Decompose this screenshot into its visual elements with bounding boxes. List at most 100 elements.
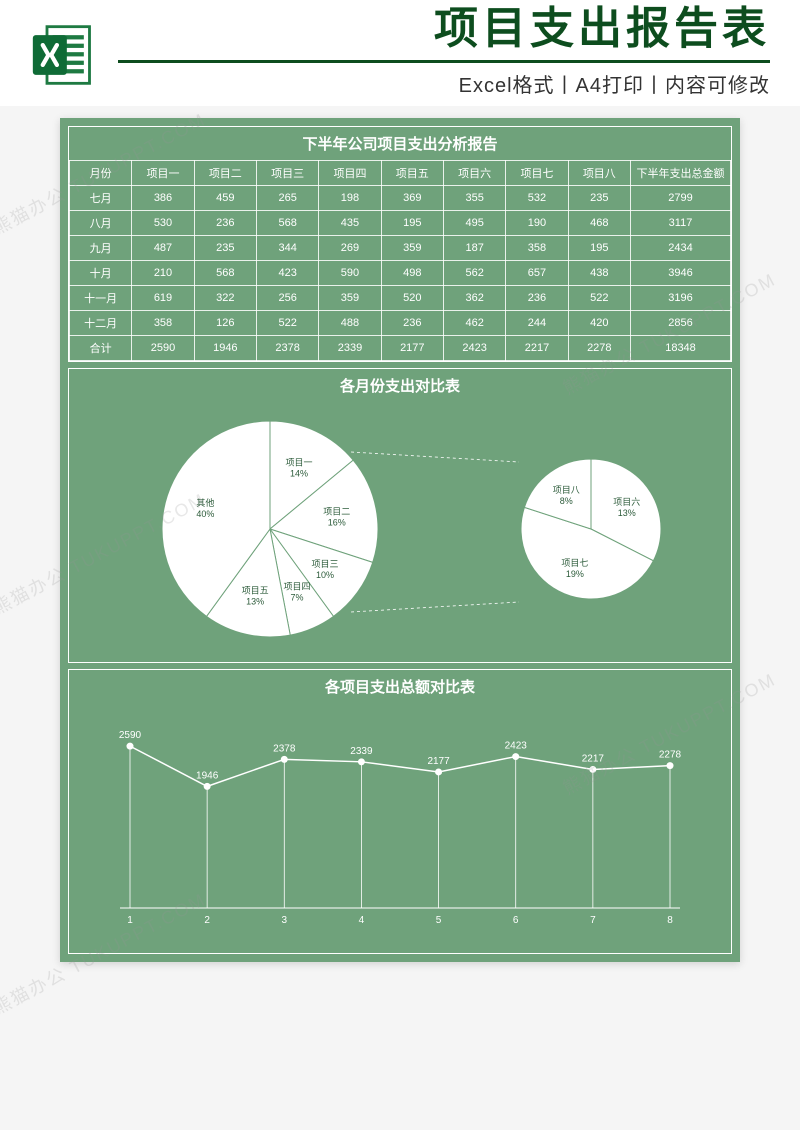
cell: 657 (506, 261, 568, 286)
cell: 十一月 (70, 286, 132, 311)
pie-slice-label: 项目五 (241, 585, 268, 595)
cell: 187 (443, 236, 505, 261)
cell: 3117 (631, 211, 731, 236)
cell: 359 (319, 286, 381, 311)
cell: 1946 (194, 336, 256, 361)
pie-slice-pct: 19% (565, 569, 583, 579)
value-label: 2590 (119, 730, 142, 741)
cell: 3946 (631, 261, 731, 286)
col-header: 下半年支出总金额 (631, 161, 731, 186)
cell: 2590 (132, 336, 194, 361)
table-header-row: 月份项目一项目二项目三项目四项目五项目六项目七项目八下半年支出总金额 (70, 161, 731, 186)
pie-panel: 各月份支出对比表 项目一14%项目二16%项目三10%项目四7%项目五13%其他… (68, 368, 732, 663)
excel-icon (30, 21, 98, 89)
cell: 2423 (443, 336, 505, 361)
cell: 590 (319, 261, 381, 286)
page-header: 项目支出报告表 Excel格式丨A4打印丨内容可修改 (0, 0, 800, 106)
col-header: 月份 (70, 161, 132, 186)
col-header: 项目一 (132, 161, 194, 186)
data-point (589, 766, 596, 773)
cell: 487 (132, 236, 194, 261)
pie-slice-pct: 14% (289, 468, 307, 478)
cell: 522 (256, 311, 318, 336)
data-point (512, 753, 519, 760)
pie-chart-breakout: 项目六13%项目七19%项目八8% (491, 429, 691, 629)
cell: 420 (568, 311, 630, 336)
cell: 235 (568, 186, 630, 211)
cell: 195 (568, 236, 630, 261)
pie-slice-pct: 7% (290, 592, 303, 602)
cell: 210 (132, 261, 194, 286)
x-tick: 1 (127, 915, 133, 926)
table-row: 十月2105684235904985626574383946 (70, 261, 731, 286)
pie-slice-label: 项目二 (323, 506, 350, 516)
col-header: 项目七 (506, 161, 568, 186)
cell: 562 (443, 261, 505, 286)
cell: 362 (443, 286, 505, 311)
value-label: 2423 (505, 741, 528, 752)
x-tick: 5 (436, 915, 442, 926)
x-tick: 4 (359, 915, 365, 926)
cell: 459 (194, 186, 256, 211)
data-point (358, 758, 365, 765)
x-tick: 7 (590, 915, 596, 926)
cell: 126 (194, 311, 256, 336)
cell: 2217 (506, 336, 568, 361)
pie-slice-label: 项目一 (285, 457, 312, 467)
cell: 合计 (70, 336, 132, 361)
cell: 236 (506, 286, 568, 311)
pie-slice-pct: 10% (316, 570, 334, 580)
cell: 十月 (70, 261, 132, 286)
cell: 2177 (381, 336, 443, 361)
cell: 522 (568, 286, 630, 311)
table-row: 七月3864592651983693555322352799 (70, 186, 731, 211)
cell: 195 (381, 211, 443, 236)
line-chart: 1259021946323784233952177624237221782278 (87, 713, 713, 933)
cell: 532 (506, 186, 568, 211)
cell: 619 (132, 286, 194, 311)
data-point (667, 762, 674, 769)
excel-page: 下半年公司项目支出分析报告 月份项目一项目二项目三项目四项目五项目六项目七项目八… (60, 118, 740, 962)
col-header: 项目六 (443, 161, 505, 186)
table-row: 合计2590194623782339217724232217227818348 (70, 336, 731, 361)
cell: 423 (256, 261, 318, 286)
cell: 438 (568, 261, 630, 286)
page-title: 项目支出报告表 (118, 0, 770, 63)
table-title: 下半年公司项目支出分析报告 (69, 127, 731, 160)
cell: 322 (194, 286, 256, 311)
cell: 265 (256, 186, 318, 211)
cell: 498 (381, 261, 443, 286)
header-text: 项目支出报告表 Excel格式丨A4打印丨内容可修改 (118, 0, 770, 98)
cell: 358 (132, 311, 194, 336)
line-panel: 各项目支出总额对比表 12590219463237842339521776242… (68, 669, 732, 954)
cell: 435 (319, 211, 381, 236)
cell: 359 (381, 236, 443, 261)
table-row: 十二月3581265224882364622444202856 (70, 311, 731, 336)
cell: 2856 (631, 311, 731, 336)
value-label: 1946 (196, 770, 219, 781)
cell: 2278 (568, 336, 630, 361)
pie-slice-pct: 16% (327, 517, 345, 527)
cell: 236 (381, 311, 443, 336)
cell: 568 (256, 211, 318, 236)
data-point (127, 743, 134, 750)
pie-chart-main: 项目一14%项目二16%项目三10%项目四7%项目五13%其他40% (110, 409, 410, 649)
value-label: 2378 (273, 743, 296, 754)
page-subtitle: Excel格式丨A4打印丨内容可修改 (118, 69, 770, 98)
x-tick: 2 (204, 915, 210, 926)
cell: 235 (194, 236, 256, 261)
cell: 468 (568, 211, 630, 236)
pie-slice-label: 项目八 (552, 485, 579, 495)
cell: 369 (381, 186, 443, 211)
value-label: 2339 (350, 746, 373, 757)
cell: 十二月 (70, 311, 132, 336)
cell: 269 (319, 236, 381, 261)
data-point (281, 756, 288, 763)
table-row: 十一月6193222563595203622365223196 (70, 286, 731, 311)
col-header: 项目八 (568, 161, 630, 186)
col-header: 项目四 (319, 161, 381, 186)
cell: 2434 (631, 236, 731, 261)
cell: 九月 (70, 236, 132, 261)
data-table: 月份项目一项目二项目三项目四项目五项目六项目七项目八下半年支出总金额 七月386… (69, 160, 731, 361)
cell: 344 (256, 236, 318, 261)
